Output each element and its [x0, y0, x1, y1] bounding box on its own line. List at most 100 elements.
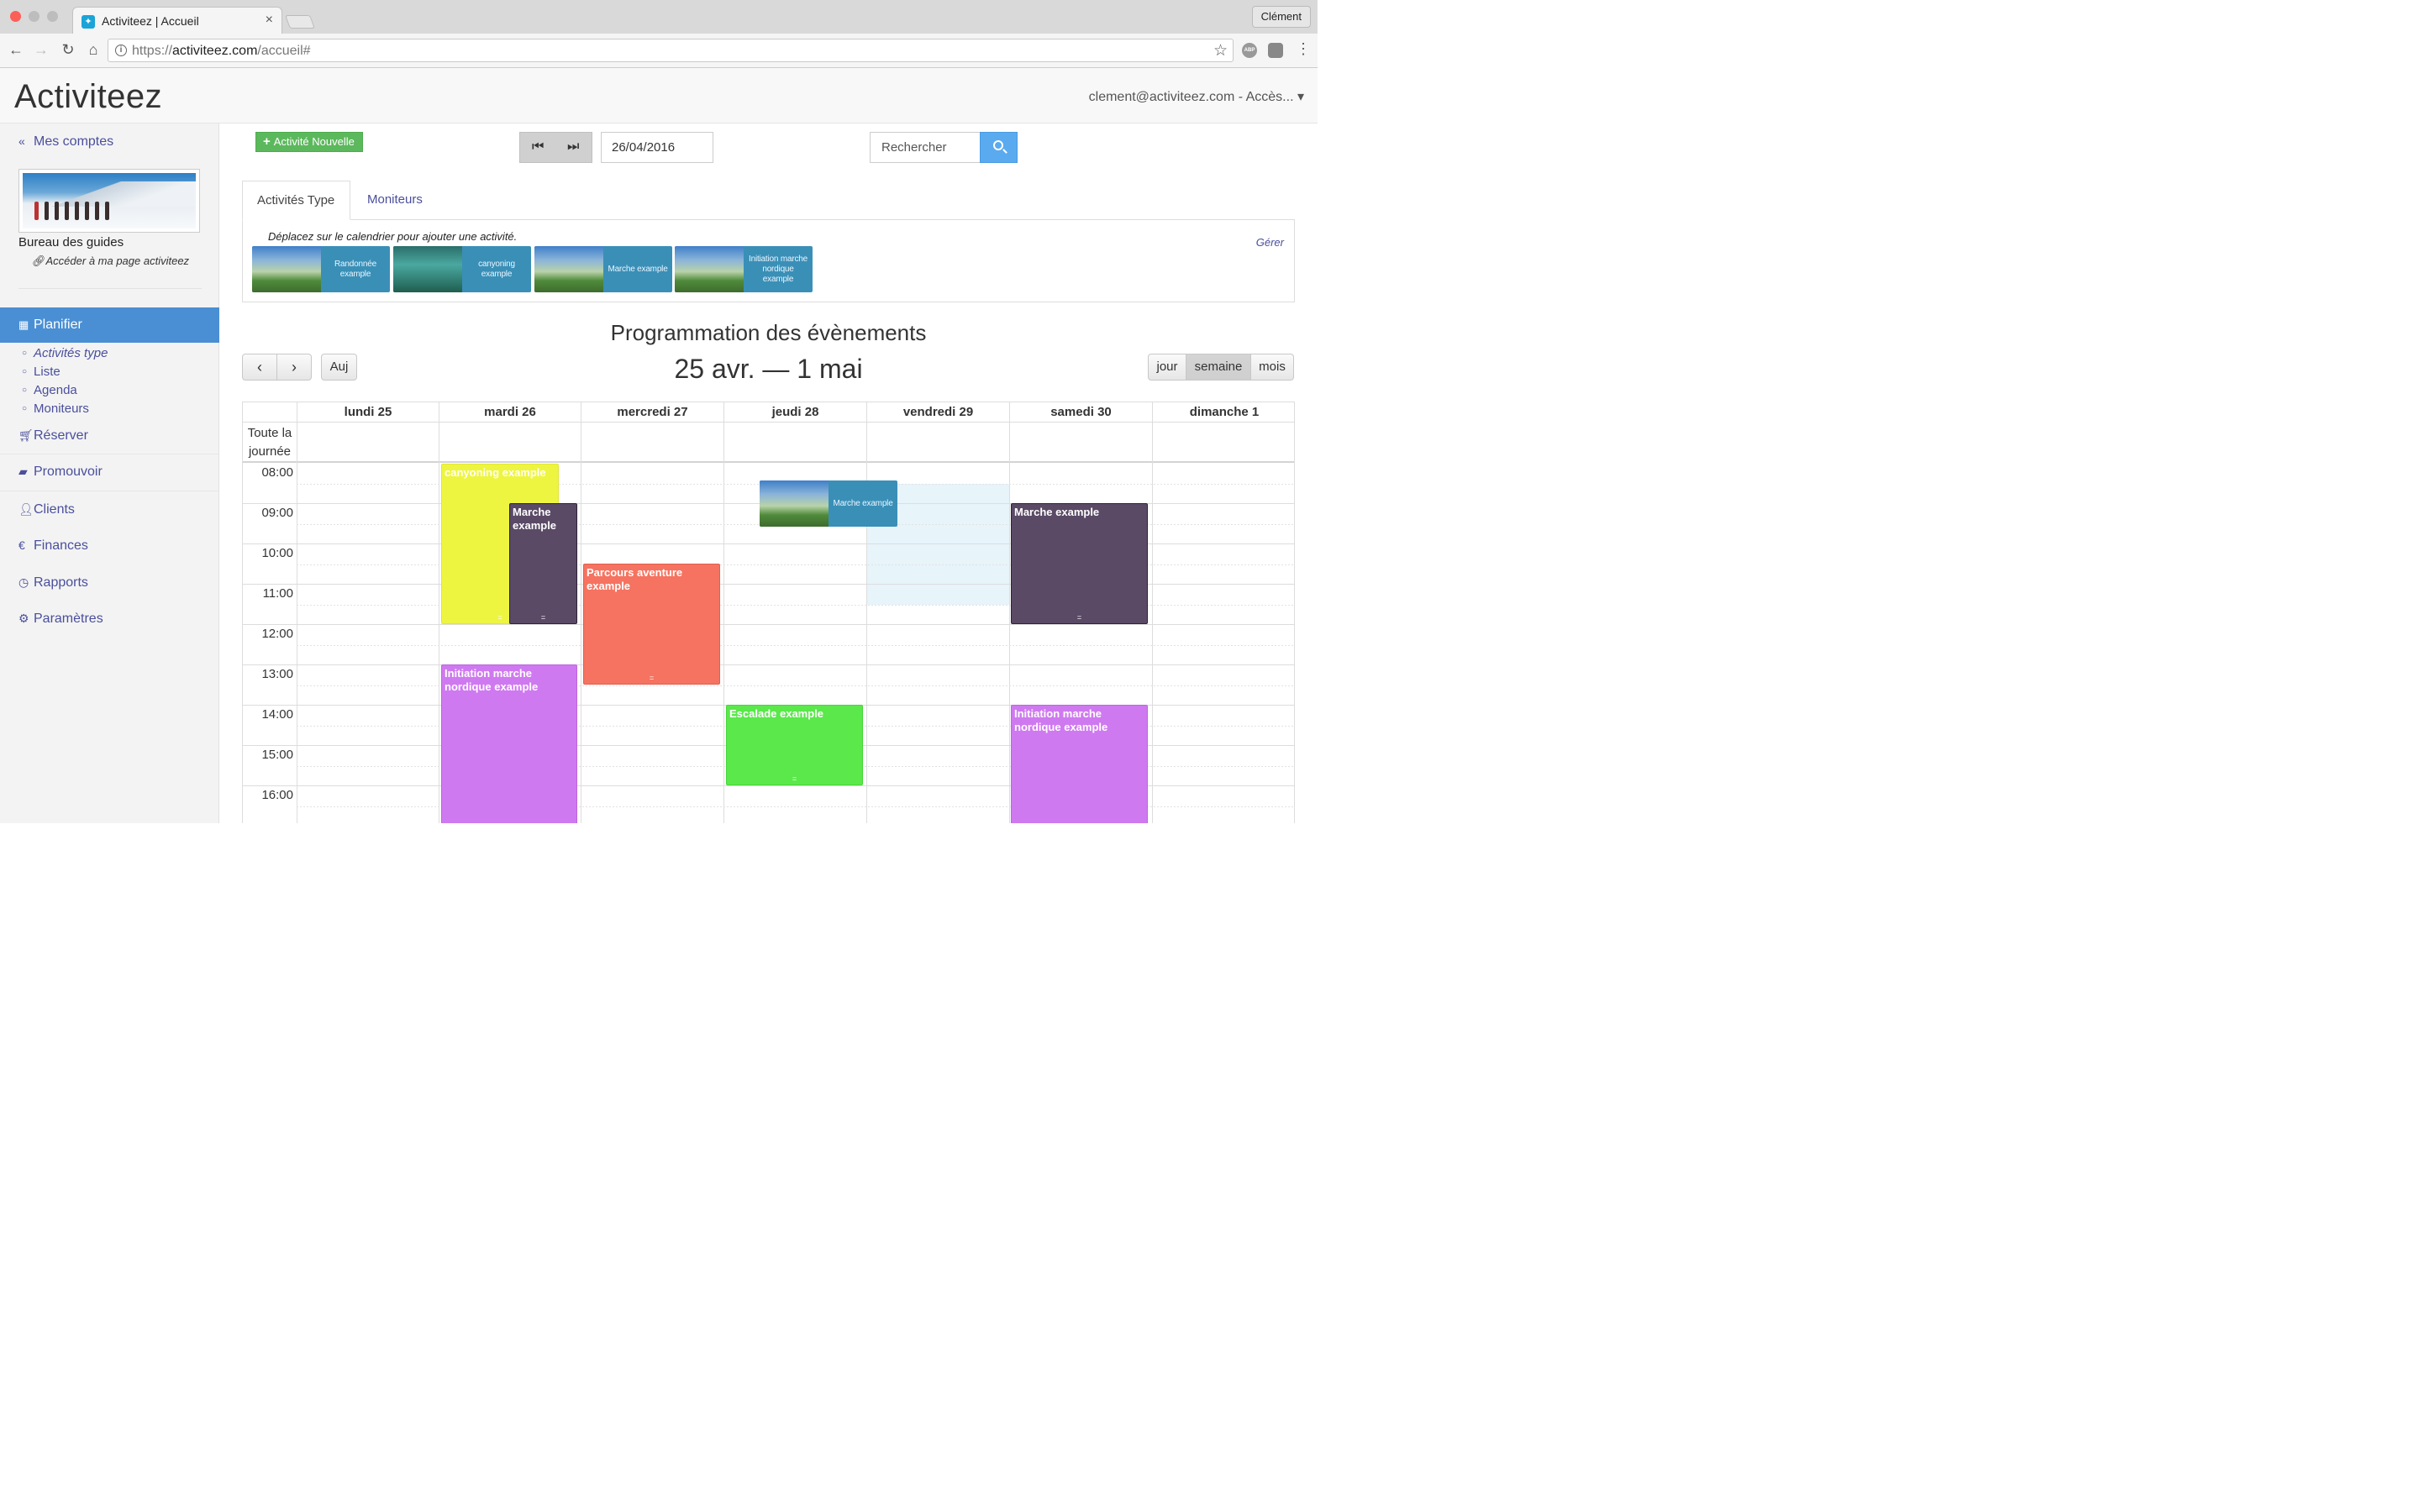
window-close-button[interactable]: [10, 11, 21, 22]
browser-tab-active[interactable]: ✦ Activiteez | Accueil ×: [72, 7, 282, 34]
calendar-event[interactable]: Escalade example =: [726, 705, 863, 785]
tab-title: Activiteez | Accueil: [102, 14, 199, 28]
tab-activites-type[interactable]: Activités Type: [242, 181, 350, 220]
account-name: Bureau des guides: [18, 235, 124, 249]
sidebar-item-planifier[interactable]: ▦ Planifier: [0, 307, 219, 343]
day-header: lundi 25: [297, 402, 439, 422]
day-header: dimanche 1: [1152, 402, 1294, 422]
view-month-button[interactable]: mois: [1250, 354, 1294, 381]
user-account-menu[interactable]: clement@activiteez.com - Accès... ▾: [1089, 88, 1304, 105]
sidebar-item-rapports[interactable]: ◷ Rapports: [18, 575, 88, 591]
date-navigation: ⏮ ⏭: [519, 132, 592, 163]
back-arrow-icon[interactable]: ←: [7, 41, 25, 59]
search-button[interactable]: [980, 132, 1018, 163]
sidebar-item-parametres[interactable]: ⚙ Paramètres: [18, 612, 103, 627]
view-week-button[interactable]: semaine: [1186, 354, 1251, 381]
week-calendar-grid: lundi 25 mardi 26 mercredi 27 jeudi 28 v…: [242, 402, 1295, 823]
event-title: canyoning example: [445, 466, 546, 479]
url-text[interactable]: https://activiteez.com/accueil#: [132, 44, 311, 59]
calendar-event[interactable]: Marche example =: [1011, 503, 1148, 624]
manage-link[interactable]: Gérer: [1256, 236, 1284, 249]
forward-arrow-icon[interactable]: →: [32, 41, 50, 59]
sidebar-subitem-activites-type[interactable]: Activités type: [22, 346, 108, 360]
activity-type-card[interactable]: Initiation marche nordique example: [675, 246, 813, 292]
all-day-label: Toute la journée: [247, 426, 292, 459]
info-icon[interactable]: i: [115, 45, 127, 56]
extension-icon[interactable]: [1268, 43, 1283, 58]
hour-label: 14:00: [261, 707, 293, 722]
plus-icon: +: [263, 134, 271, 149]
search-icon: [993, 140, 1003, 150]
resize-handle[interactable]: =: [727, 775, 862, 783]
step-forward-icon[interactable]: ⏭: [567, 139, 579, 155]
activity-type-label: Randonnée example: [334, 259, 376, 279]
sidebar-subitem-liste[interactable]: Liste: [22, 365, 60, 379]
user-icon: 👤︎: [18, 502, 34, 516]
sidebar-item-clients[interactable]: 👤︎Clients: [18, 502, 75, 517]
activity-type-card[interactable]: Marche example: [534, 246, 672, 292]
hour-label: 13:00: [261, 667, 293, 681]
new-tab-button[interactable]: [285, 15, 315, 29]
resize-handle[interactable]: =: [584, 675, 719, 682]
calendar-next-button[interactable]: ›: [276, 354, 312, 381]
account-page-link[interactable]: 🔗︎Accéder à ma page activiteez: [32, 255, 189, 268]
event-title: Escalade example: [729, 707, 824, 720]
divider: [18, 288, 202, 289]
calendar-today-button[interactable]: Auj: [321, 354, 357, 381]
event-title: Initiation marche nordique example: [1014, 707, 1108, 733]
browser-toolbar: ← → ↻ ⌂ i https://activiteez.com/accueil…: [0, 34, 1318, 68]
browser-menu-icon[interactable]: ⋮: [1296, 40, 1311, 58]
sidebar-item-mes-comptes[interactable]: « Mes comptes: [18, 134, 113, 150]
calendar-event[interactable]: Initiation marche nordique example: [441, 664, 577, 823]
sidebar-subitem-agenda[interactable]: Agenda: [22, 383, 77, 397]
comment-icon: ▰: [18, 465, 28, 478]
adblock-extension-icon[interactable]: ABP: [1242, 43, 1257, 58]
address-bar[interactable]: i https://activiteez.com/accueil# ☆: [108, 39, 1234, 62]
window-minimize-button[interactable]: [29, 11, 39, 22]
gear-icon: ⚙: [18, 612, 29, 625]
resize-handle[interactable]: =: [1012, 614, 1147, 622]
activity-type-label: canyoning example: [478, 259, 515, 279]
sidebar-subitem-moniteurs[interactable]: Moniteurs: [22, 402, 89, 416]
new-activity-label: Activité Nouvelle: [273, 135, 355, 148]
new-activity-button[interactable]: + Activité Nouvelle: [255, 132, 363, 152]
calendar-event[interactable]: Parcours aventure example =: [583, 564, 720, 685]
sidebar-item-finances[interactable]: € Finances: [18, 538, 88, 554]
hour-label: 08:00: [261, 465, 293, 480]
bookmark-star-icon[interactable]: ☆: [1213, 41, 1228, 60]
brand-logo[interactable]: Activiteez: [14, 78, 162, 116]
home-icon[interactable]: ⌂: [84, 41, 103, 59]
activity-type-card[interactable]: Randonnée example: [252, 246, 390, 292]
calendar-event[interactable]: Marche example =: [509, 503, 577, 624]
account-photo: [18, 169, 200, 233]
calendar-event[interactable]: Initiation marche nordique example: [1011, 705, 1148, 823]
resize-handle[interactable]: =: [510, 614, 576, 622]
view-day-button[interactable]: jour: [1148, 354, 1186, 381]
url-path: /accueil#: [257, 44, 311, 58]
step-backward-icon[interactable]: ⏮: [532, 139, 544, 155]
activity-type-label: Marche example: [608, 264, 668, 274]
date-field[interactable]: 26/04/2016: [601, 132, 713, 163]
day-header: jeudi 28: [723, 402, 866, 422]
calendar-date-range: 25 avr. — 1 mai: [674, 354, 863, 384]
search-input[interactable]: Rechercher: [870, 132, 981, 163]
tab-moniteurs[interactable]: Moniteurs: [367, 192, 423, 207]
account-page-label: Accéder à ma page activiteez: [45, 255, 190, 267]
calendar-prev-button[interactable]: ‹: [242, 354, 277, 381]
hour-label: 12:00: [261, 627, 293, 641]
event-title: Parcours aventure example: [587, 566, 683, 592]
reload-icon[interactable]: ↻: [59, 41, 77, 59]
profile-button[interactable]: Clément: [1251, 6, 1311, 28]
url-scheme: https://: [132, 44, 173, 58]
sidebar-item-promouvoir[interactable]: ▰ Promouvoir: [18, 465, 103, 480]
sidebar-item-label: Réserver: [34, 428, 88, 443]
window-maximize-button[interactable]: [47, 11, 58, 22]
hour-label: 11:00: [262, 586, 293, 601]
day-header: mardi 26: [439, 402, 581, 422]
sidebar-item-label: Paramètres: [34, 612, 103, 626]
activity-type-card[interactable]: canyoning example: [393, 246, 531, 292]
hour-label: 10:00: [261, 546, 293, 560]
tab-close-icon[interactable]: ×: [266, 13, 273, 28]
dragging-activity-card[interactable]: Marche example: [760, 480, 897, 527]
sidebar-item-reserver[interactable]: 🛒︎Réserver: [18, 428, 88, 444]
